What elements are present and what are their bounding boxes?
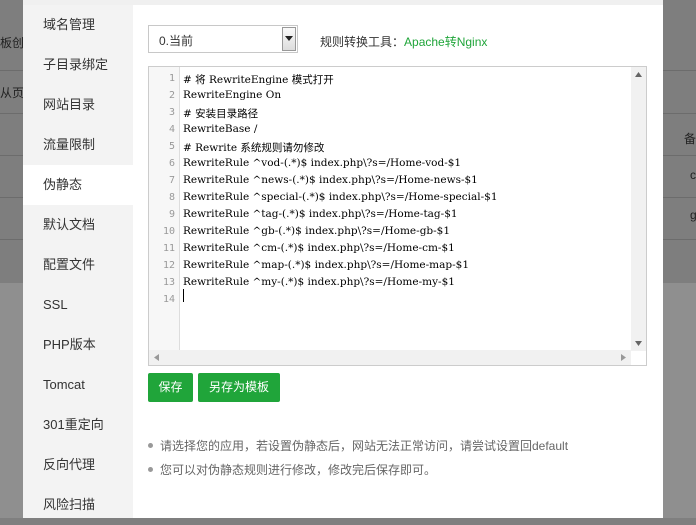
line-number: 7 [168,175,175,186]
sidebar-item-domain[interactable]: 域名管理 [23,5,133,45]
line-number: 4 [168,124,175,135]
chevron-down-icon[interactable] [282,27,296,51]
line-number: 1 [168,73,175,84]
sidebar-item-subdirectory-binding[interactable]: 子目录绑定 [23,45,133,85]
sidebar-item-reverse-proxy[interactable]: 反向代理 [23,445,133,485]
converter-tool: 规则转换工具：Apache转Nginx [320,33,487,50]
line-number-gutter: 1 2 3 4 5 6 7 8 9 10 11 12 13 14 [149,67,180,351]
line-number: 2 [168,90,175,101]
background-text: 从页 [0,86,25,100]
line-number: 10 [162,226,175,237]
sidebar-item-traffic-limit[interactable]: 流量限制 [23,125,133,165]
sidebar-item-config-file[interactable]: 配置文件 [23,245,133,285]
line-number: 5 [168,141,175,152]
sidebar-item-tomcat[interactable]: Tomcat [23,365,133,405]
tip-text: 您可以对伪静态规则进行修改，修改完后保存即可。 [160,463,437,477]
code-line: RewriteRule ^gb-(.*)$ index.php\?s=/Home… [183,225,451,237]
sidebar-item-ssl[interactable]: SSL [23,285,133,325]
bullet-icon [148,467,153,472]
code-line: RewriteEngine On [183,89,282,101]
converter-label: 规则转换工具： [320,35,405,49]
line-number: 11 [162,243,175,254]
code-line: # 安装目录路径 [183,108,259,120]
scroll-left-icon[interactable] [154,354,159,361]
editor-vertical-scrollbar[interactable] [631,67,646,351]
settings-sidebar: 域名管理 子目录绑定 网站目录 流量限制 伪静态 默认文档 配置文件 SSL P… [23,5,133,518]
line-number: 9 [168,209,175,220]
scroll-down-icon[interactable] [635,341,642,346]
bullet-icon [148,443,153,448]
rewrite-code-editor[interactable]: 1 2 3 4 5 6 7 8 9 10 11 12 13 14 # 将 Rew… [148,66,647,366]
editor-horizontal-scrollbar[interactable] [149,350,631,365]
sidebar-item-risk-scan[interactable]: 风险扫描 [23,485,133,525]
sidebar-item-rewrite[interactable]: 伪静态 [23,165,133,205]
line-number: 13 [162,277,175,288]
code-line: RewriteRule ^news-(.*)$ index.php\?s=/Ho… [183,174,478,186]
sidebar-item-site-directory[interactable]: 网站目录 [23,85,133,125]
scroll-right-icon[interactable] [621,354,626,361]
code-line: # Rewrite 系统规则请勿修改 [183,142,325,154]
tip-text: 请选择您的应用，若设置伪静态后，网站无法正常访问，请尝试设置回default [160,439,569,453]
tip-item: 请选择您的应用，若设置伪静态后，网站无法正常访问，请尝试设置回default [148,437,568,454]
sidebar-item-php-version[interactable]: PHP版本 [23,325,133,365]
line-number: 6 [168,158,175,169]
site-settings-dialog: 域名管理 子目录绑定 网站目录 流量限制 伪静态 默认文档 配置文件 SSL P… [23,0,663,518]
text-cursor [183,289,184,302]
background-text: g [690,208,696,222]
rewrite-rule-select[interactable]: 0.当前 [148,25,298,53]
code-line: RewriteRule ^vod-(.*)$ index.php\?s=/Hom… [183,157,462,169]
line-number: 8 [168,192,175,203]
save-as-template-button[interactable]: 另存为模板 [198,373,280,402]
code-line: RewriteRule ^cm-(.*)$ index.php\?s=/Home… [183,242,455,254]
save-button[interactable]: 保存 [148,373,193,402]
code-line: RewriteRule ^map-(.*)$ index.php\?s=/Hom… [183,259,470,271]
background-text: c [690,168,696,182]
line-number: 3 [168,107,175,118]
background-text: 备 [684,132,696,146]
sidebar-item-301-redirect[interactable]: 301重定向 [23,405,133,445]
code-line: RewriteRule ^special-(.*)$ index.php\?s=… [183,191,498,203]
code-line: # 将 RewriteEngine 模式打开 [183,74,334,86]
apache-to-nginx-link[interactable]: Apache转Nginx [404,35,487,49]
background-text: 板创 [0,36,25,50]
code-line: RewriteRule ^tag-(.*)$ index.php\?s=/Hom… [183,208,458,220]
line-number: 14 [162,294,175,305]
rewrite-rule-select-value: 0.当前 [159,34,194,48]
code-line: RewriteRule ^my-(.*)$ index.php\?s=/Home… [183,276,455,288]
tip-item: 您可以对伪静态规则进行修改，修改完后保存即可。 [148,461,436,478]
sidebar-item-default-document[interactable]: 默认文档 [23,205,133,245]
line-number: 12 [162,260,175,271]
code-line: RewriteBase / [183,123,258,135]
scroll-up-icon[interactable] [635,72,642,77]
